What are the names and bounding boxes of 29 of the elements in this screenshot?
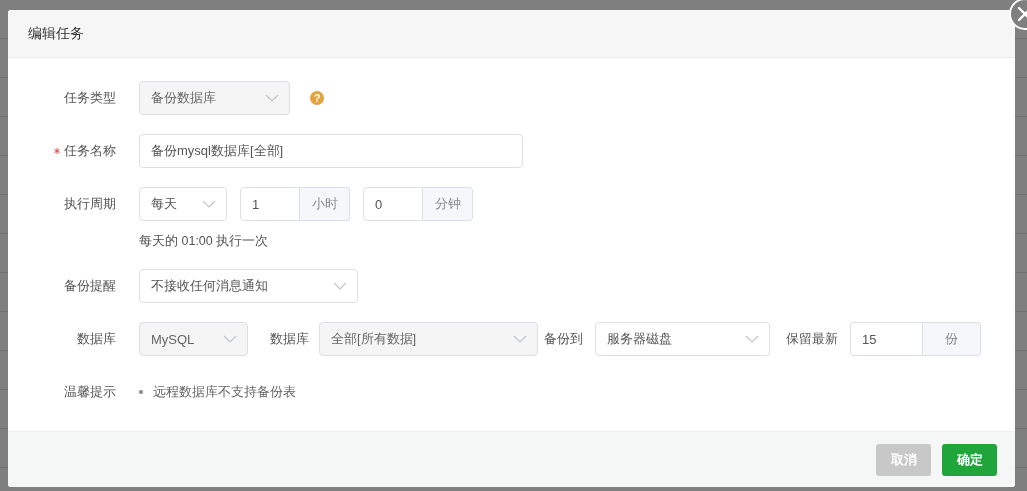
- field-label: 数据库: [270, 330, 309, 348]
- field-label: 备份提醒: [63, 277, 116, 295]
- number-input[interactable]: 1: [240, 187, 300, 221]
- chevron-down-icon: [265, 94, 279, 102]
- tip-text: 远程数据库不支持备份表: [153, 383, 296, 401]
- select-field[interactable]: 不接收任何消息通知: [139, 269, 358, 303]
- select-field[interactable]: 每天: [139, 187, 227, 221]
- field-label: 执行周期: [63, 195, 116, 213]
- field-label: 数据库: [76, 330, 116, 348]
- chevron-down-icon: [745, 335, 759, 343]
- schedule-hint: 每天的 01:00 执行一次: [139, 233, 270, 250]
- select-field[interactable]: 服务器磁盘: [595, 322, 770, 356]
- number-input[interactable]: 0: [363, 187, 423, 221]
- chevron-down-icon: [223, 335, 237, 343]
- field-label: 温馨提示: [63, 383, 116, 401]
- chevron-down-icon: [513, 335, 527, 343]
- chevron-down-icon: [202, 200, 216, 208]
- number-input[interactable]: 15: [850, 322, 923, 356]
- unit-label: 小时: [300, 187, 350, 221]
- field-label: 任务类型: [63, 89, 116, 107]
- chevron-down-icon: [333, 282, 347, 290]
- unit-label: 分钟: [423, 187, 473, 221]
- bullet-icon: [139, 390, 143, 394]
- dialog-title: 编辑任务: [28, 24, 84, 43]
- field-label: 任务名称: [64, 142, 116, 160]
- text-input[interactable]: 备份mysql数据库[全部]: [139, 134, 523, 168]
- field-label: 保留最新: [786, 330, 838, 348]
- unit-label: 份: [923, 322, 981, 356]
- field-label: 备份到: [544, 330, 583, 348]
